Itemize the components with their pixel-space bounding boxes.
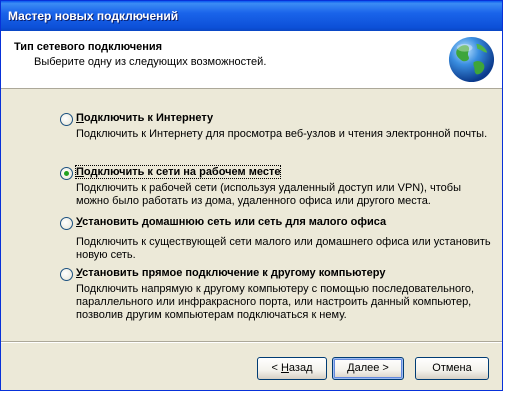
option-home-network-description: Подключить к существующей сети малого ил… <box>76 236 491 261</box>
globe-icon <box>448 36 495 83</box>
cancel-button[interactable]: Отмена <box>415 357 489 380</box>
radio-direct[interactable] <box>60 268 73 281</box>
radio-workplace[interactable] <box>60 167 73 180</box>
page-title: Тип сетевого подключения <box>14 41 163 53</box>
radio-home-network[interactable] <box>60 217 73 230</box>
option-home-network-label[interactable]: Установить домашнюю сеть или сеть для ма… <box>76 216 386 228</box>
wizard-header: Тип сетевого подключения Выберите одну и… <box>1 31 502 89</box>
window-title: Мастер новых подключений <box>8 9 179 23</box>
option-direct-label[interactable]: Установить прямое подключение к другому … <box>76 267 386 279</box>
button-separator <box>1 341 502 343</box>
option-workplace-label[interactable]: Подключить к сети на рабочем месте <box>74 165 282 179</box>
option-internet-label[interactable]: Подключить к Интернету <box>76 112 213 124</box>
option-direct-description: Подключить напрямую к другому компьютеру… <box>76 283 475 321</box>
next-button[interactable]: Далее > <box>332 357 404 380</box>
connection-type-options: Подключить к Интернету Подключить к Инте… <box>1 90 502 340</box>
option-workplace-description: Подключить к рабочей сети (используя уда… <box>76 182 461 207</box>
title-bar[interactable]: Мастер новых подключений <box>1 1 502 31</box>
option-internet-description: Подключить к Интернету для просмотра веб… <box>76 128 488 140</box>
page-subtitle: Выберите одну из следующих возможностей. <box>34 56 267 68</box>
radio-internet[interactable] <box>60 113 73 126</box>
wizard-window: Мастер новых подключений Тип сетевого по… <box>0 0 503 391</box>
back-button[interactable]: < Назад <box>257 357 327 380</box>
